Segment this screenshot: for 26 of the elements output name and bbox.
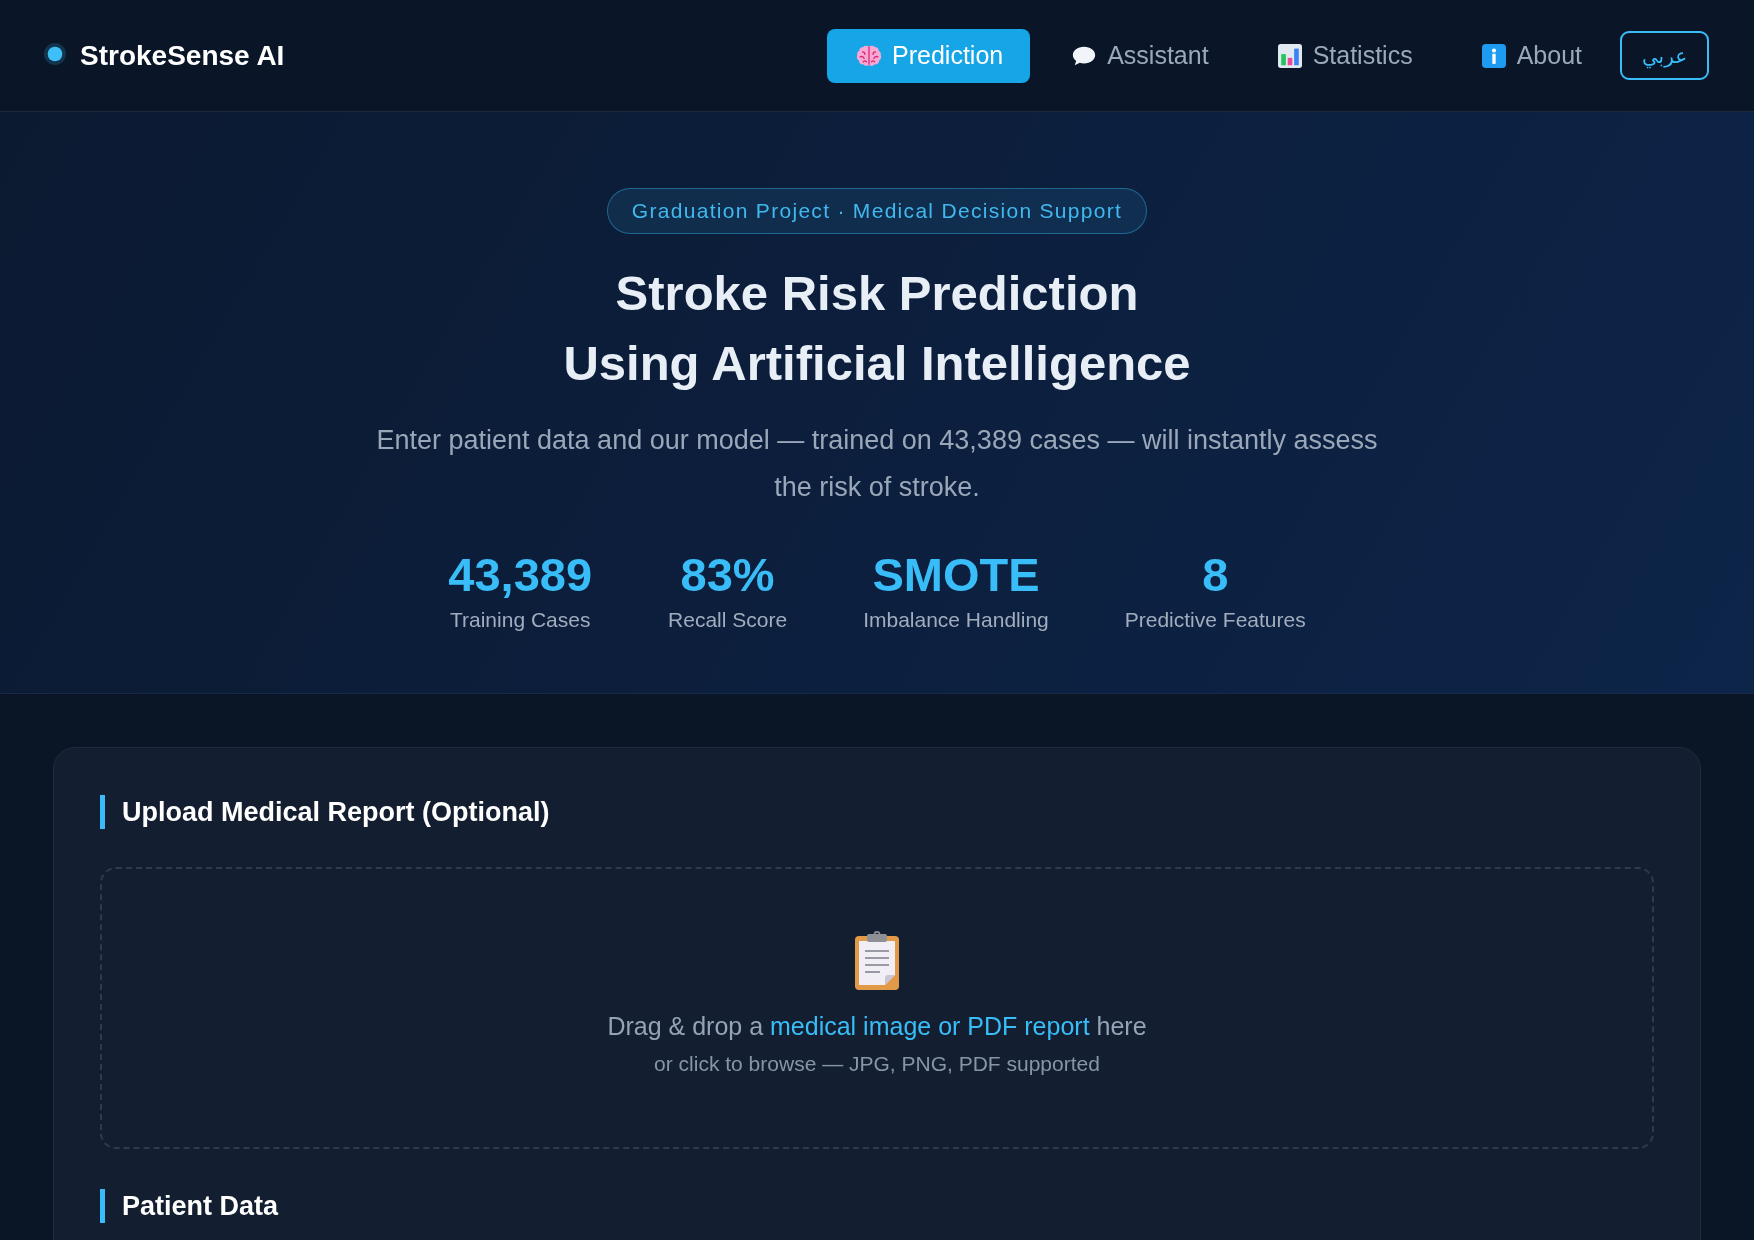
bar-chart-icon	[1276, 43, 1303, 68]
nav-tab[interactable]: Assistant	[1042, 28, 1236, 83]
hero-description: Enter patient data and our model — trained on 43,389 cases — will instantly assess the risk of stroke.	[375, 424, 1379, 504]
info-icon	[1480, 43, 1507, 68]
stat-label: Recall Score	[668, 607, 788, 633]
language-button[interactable]: عربي	[1620, 31, 1709, 80]
clipboard-icon	[853, 931, 901, 991]
hero-title: Stroke Risk Prediction Using Artificial Intelligence	[563, 265, 1191, 392]
stat-label: Imbalance Handling	[863, 607, 1049, 633]
stat-label: Predictive Features	[1124, 607, 1306, 633]
section-title: Patient Data	[100, 1189, 1654, 1223]
dropzone-hint: or click to browse — JPG, PNG, PDF supported	[654, 1051, 1100, 1077]
section-title: Upload Medical Report (Optional)	[100, 795, 1654, 829]
brand-name: StrokeSense AI	[80, 39, 285, 72]
upload-dropzone[interactable]: Drag & drop a medical image or PDF report here or click to browse — JPG, PNG, PDF supported	[100, 867, 1654, 1149]
nav-tab[interactable]: Statistics	[1247, 28, 1440, 83]
brain-icon	[856, 43, 882, 68]
project-badge: Graduation Project · Medical Decision Support	[606, 188, 1148, 234]
stat-value: 8	[1202, 549, 1229, 601]
logo-dot-icon	[44, 42, 66, 65]
stat-value: 43,389	[448, 549, 593, 601]
stat-label: Training Cases	[449, 607, 591, 633]
stat-value: 83%	[680, 549, 775, 601]
dropzone-text: Drag & drop a medical image or PDF report here	[607, 1011, 1147, 1041]
stat-value: SMOTE	[872, 549, 1040, 601]
nav-tab[interactable]: About	[1451, 28, 1609, 83]
